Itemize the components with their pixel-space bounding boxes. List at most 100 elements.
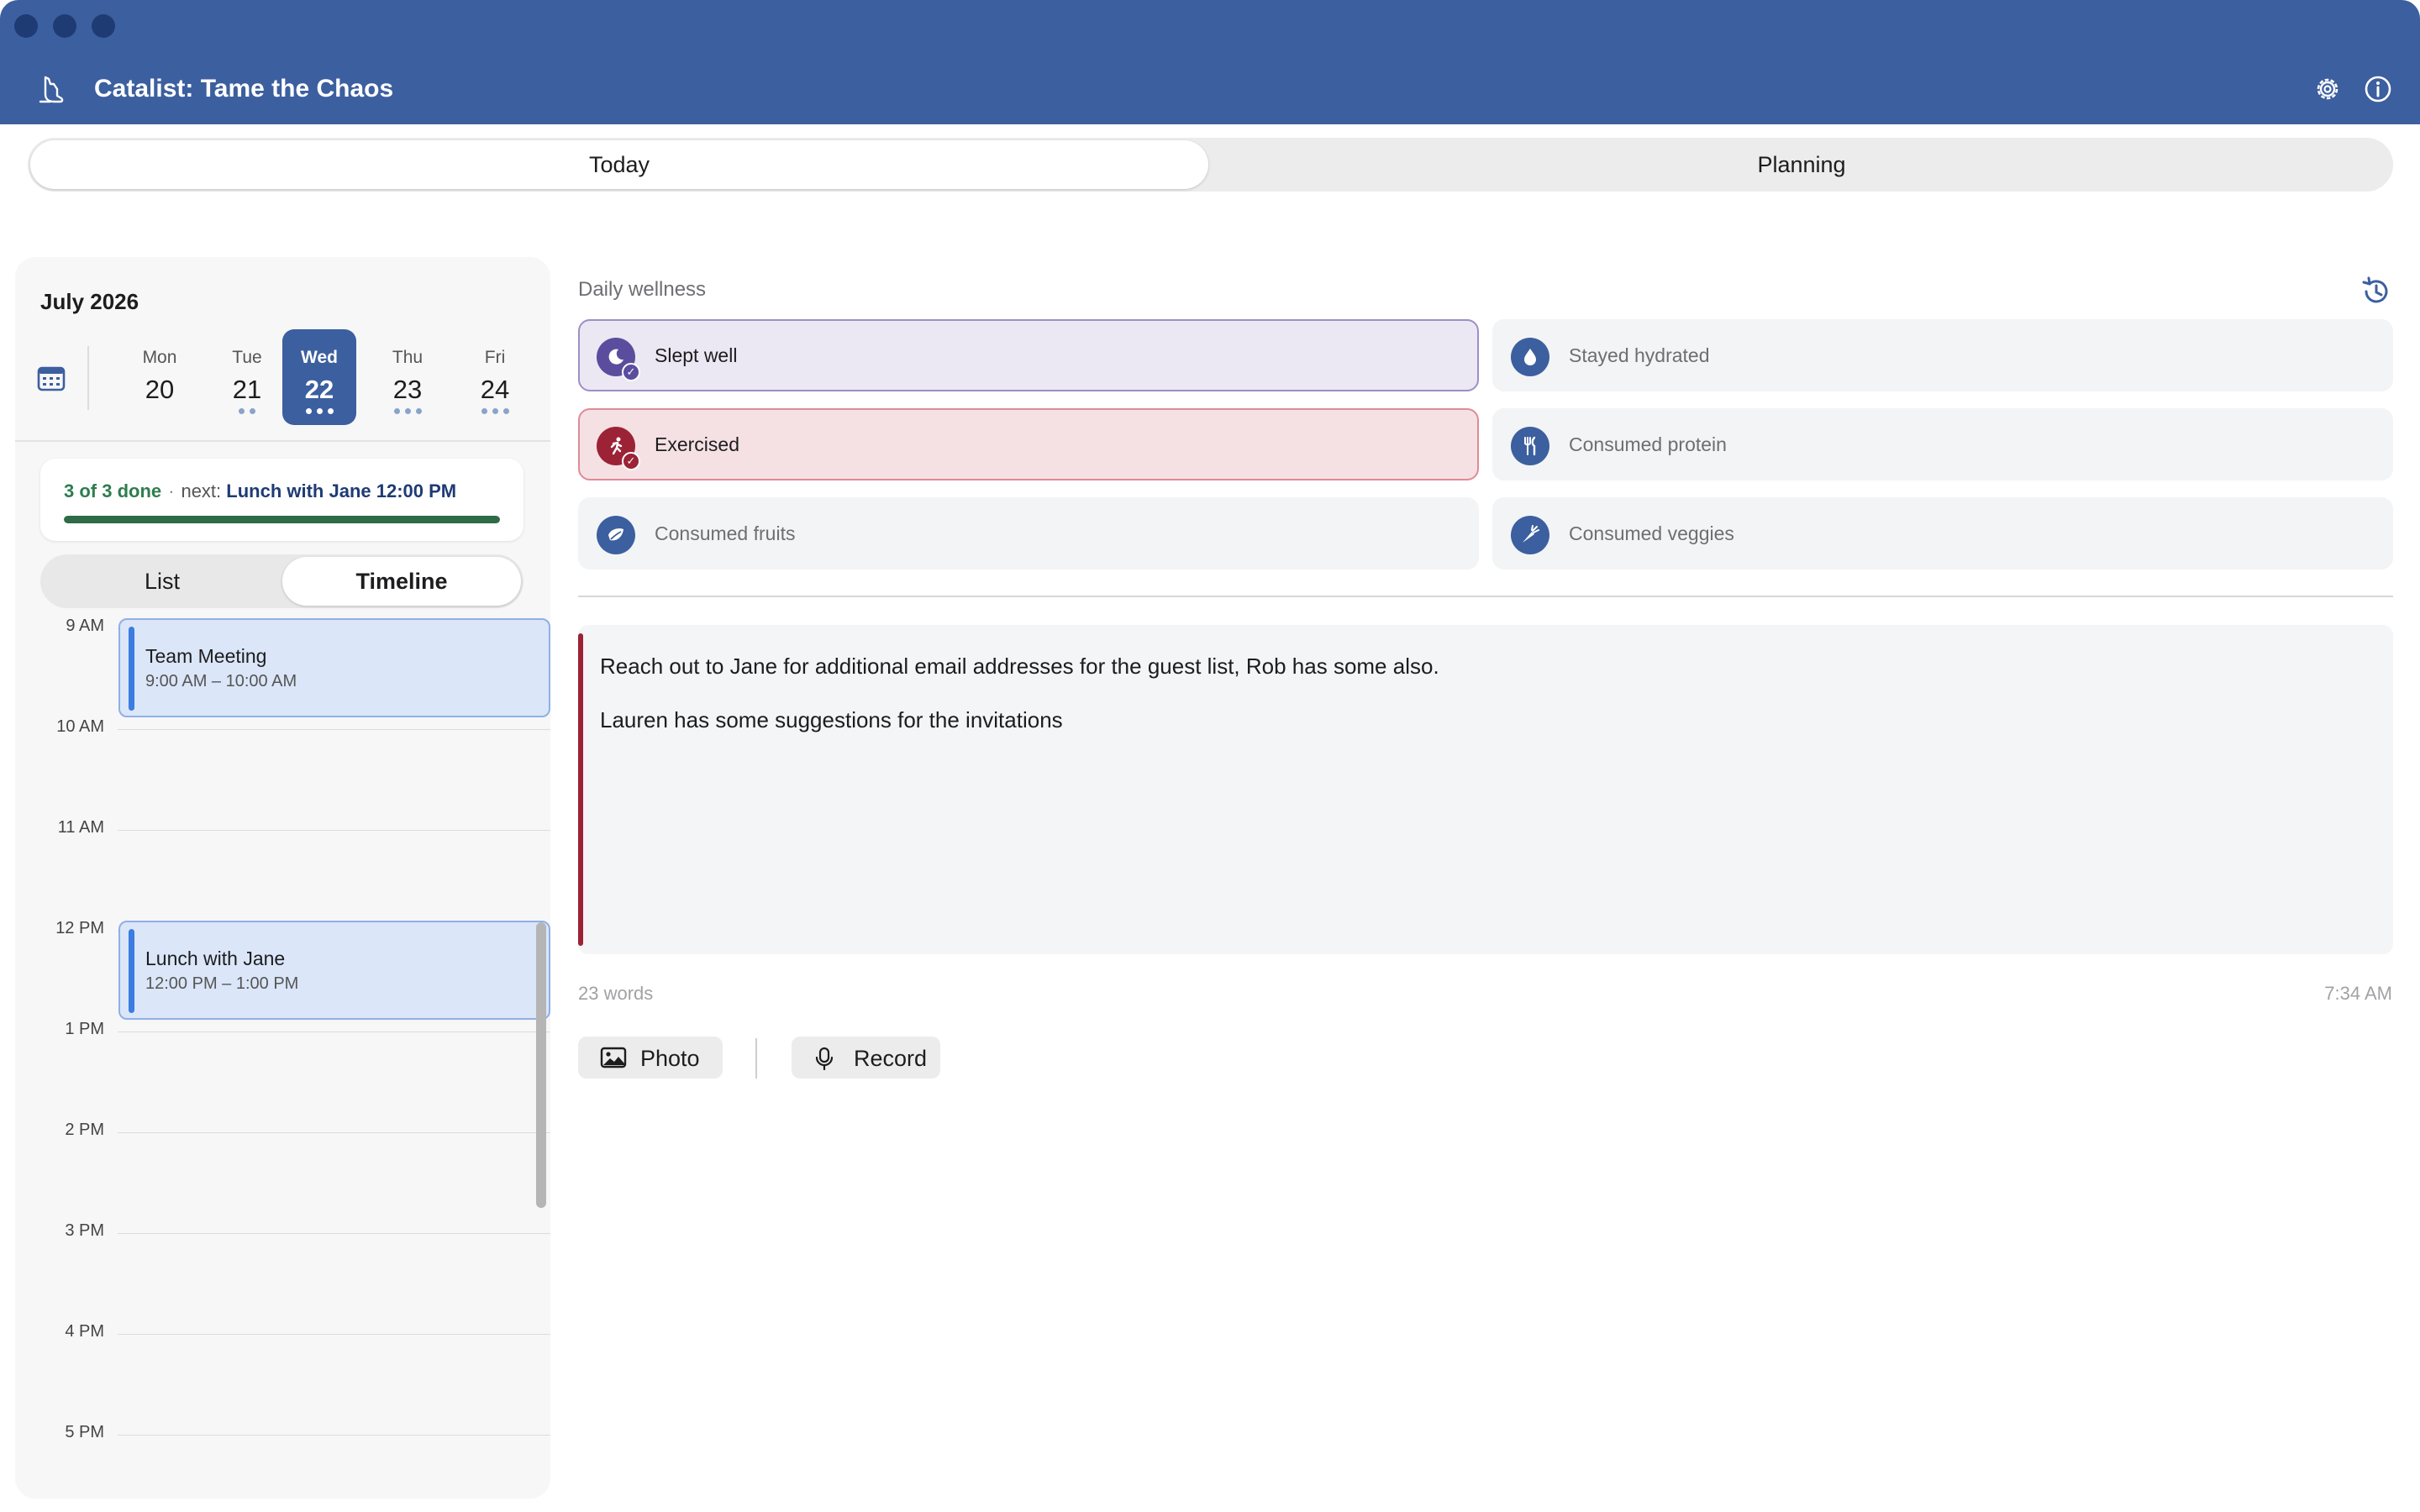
day-wed-22[interactable]: Wed 22 (282, 329, 356, 425)
day-number: 20 (145, 375, 175, 404)
event-title: Team Meeting (145, 645, 267, 667)
day-name: Thu (392, 348, 424, 367)
hour-label: 4 PM (65, 1322, 104, 1341)
list-view-button[interactable]: List (43, 557, 281, 606)
wellness-label: Stayed hydrated (1569, 344, 1710, 366)
event-color-bar (129, 627, 134, 711)
microphone-icon (815, 1047, 834, 1070)
day-name: Wed (301, 348, 338, 367)
word-count: 23 words (578, 983, 654, 1004)
timeline-view-button[interactable]: Timeline (282, 557, 521, 606)
note-line: Lauren has some suggestions for the invi… (600, 707, 1063, 732)
photo-label: Photo (640, 1046, 700, 1071)
minimize-window-button[interactable] (53, 14, 76, 38)
status-line: 3 of 3 done · next: Lunch with Jane 12:00 … (64, 480, 456, 502)
day-thu-23[interactable]: Thu 23 (371, 329, 445, 425)
title-bar: Catalist: Tame the Chaos (0, 0, 2420, 124)
close-window-button[interactable] (14, 14, 38, 38)
timeline[interactable]: 9 AM 10 AM 11 AM 12 PM 1 PM 2 PM 3 PM 4 … (15, 617, 550, 1499)
hour-label: 12 PM (55, 919, 104, 937)
event-time: 12:00 PM – 1:00 PM (145, 974, 299, 993)
day-name: Tue (232, 348, 262, 367)
view-toggle: List Timeline (40, 554, 523, 608)
note-line: Reach out to Jane for additional email a… (600, 654, 1439, 679)
hour-line (118, 729, 550, 730)
divider (15, 440, 550, 442)
day-number: 22 (304, 375, 334, 404)
photo-icon (600, 1047, 627, 1068)
hour-line (118, 1435, 550, 1436)
wellness-label: Consumed fruits (655, 522, 796, 544)
progress-summary-card: 3 of 3 done · next: Lunch with Jane 12:00 … (40, 459, 523, 541)
event-dots (123, 408, 197, 417)
day-number: 23 (392, 375, 423, 404)
month-label: July 2026 (40, 289, 139, 314)
wellness-label: Slept well (655, 344, 738, 366)
progress-bar (64, 516, 500, 523)
wellness-section-label: Daily wellness (578, 278, 707, 301)
event-dots (210, 408, 284, 417)
record-label: Record (854, 1046, 928, 1071)
event-team-meeting[interactable]: Team Meeting 9:00 AM – 10:00 AM (118, 618, 550, 717)
hour-label: 3 PM (65, 1221, 104, 1240)
calendar-icon[interactable] (37, 365, 66, 391)
wellness-slept-well[interactable]: ✓ Slept well (578, 319, 1479, 391)
hour-label: 9 AM (66, 617, 104, 635)
photo-button[interactable]: Photo (578, 1037, 723, 1079)
event-dots (458, 408, 532, 417)
day-tue-21[interactable]: Tue 21 (210, 329, 284, 425)
day-sidebar: July 2026 Mon 20 Tue 21 Wed 22 Thu 23 Fr… (15, 257, 550, 1499)
divider (578, 596, 2393, 597)
done-count: 3 of 3 done (64, 480, 162, 501)
record-button[interactable]: Record (792, 1037, 940, 1079)
hour-line (118, 830, 550, 831)
cat-logo-icon (39, 76, 64, 103)
hour-line (118, 1334, 550, 1335)
zoom-window-button[interactable] (92, 14, 115, 38)
hour-label: 10 AM (56, 717, 104, 736)
event-dots (371, 408, 445, 417)
hour-line (118, 1132, 550, 1133)
status-separator: · (168, 480, 175, 501)
next-event: Lunch with Jane 12:00 PM (226, 480, 457, 501)
event-lunch-with-jane[interactable]: Lunch with Jane 12:00 PM – 1:00 PM (118, 921, 550, 1020)
day-name: Fri (484, 348, 506, 367)
week-separator (87, 346, 89, 410)
day-number: 24 (480, 375, 510, 404)
wellness-stayed-hydrated[interactable]: Stayed hydrated (1492, 319, 2393, 391)
day-fri-24[interactable]: Fri 24 (458, 329, 532, 425)
event-color-bar (129, 929, 134, 1013)
action-separator (755, 1038, 757, 1079)
info-icon[interactable] (2363, 74, 2393, 104)
day-name: Mon (142, 348, 177, 367)
water-drop-icon (1511, 338, 1549, 376)
carrot-icon (1511, 516, 1549, 554)
hour-label: 1 PM (65, 1020, 104, 1038)
history-icon[interactable] (2360, 276, 2391, 307)
hour-line (118, 1233, 550, 1234)
app-title: Catalist: Tame the Chaos (94, 75, 394, 102)
wellness-label: Consumed protein (1569, 433, 1727, 455)
event-time: 9:00 AM – 10:00 AM (145, 672, 297, 690)
timeline-scrollbar[interactable] (536, 922, 546, 1208)
wellness-consumed-veggies[interactable]: Consumed veggies (1492, 497, 2393, 570)
daily-note-editor[interactable]: Reach out to Jane for additional email a… (578, 625, 2393, 954)
gear-icon[interactable] (2312, 74, 2343, 104)
hour-label: 11 AM (57, 818, 104, 837)
event-title: Lunch with Jane (145, 948, 286, 969)
event-dots (282, 408, 356, 417)
day-mon-20[interactable]: Mon 20 (123, 329, 197, 425)
tab-planning[interactable]: Planning (1213, 140, 2391, 189)
hour-label: 2 PM (65, 1121, 104, 1139)
wellness-consumed-protein[interactable]: Consumed protein (1492, 408, 2393, 480)
wellness-label: Consumed veggies (1569, 522, 1734, 544)
wellness-label: Exercised (655, 433, 739, 455)
wellness-consumed-fruits[interactable]: Consumed fruits (578, 497, 1479, 570)
note-timestamp: 7:34 AM (2324, 983, 2392, 1004)
tab-today[interactable]: Today (30, 140, 1208, 189)
checkmark-icon: ✓ (622, 363, 640, 381)
leaf-icon (597, 516, 635, 554)
wellness-exercised[interactable]: ✓ Exercised (578, 408, 1479, 480)
note-accent-bar (578, 633, 583, 946)
fork-knife-icon (1511, 427, 1549, 465)
